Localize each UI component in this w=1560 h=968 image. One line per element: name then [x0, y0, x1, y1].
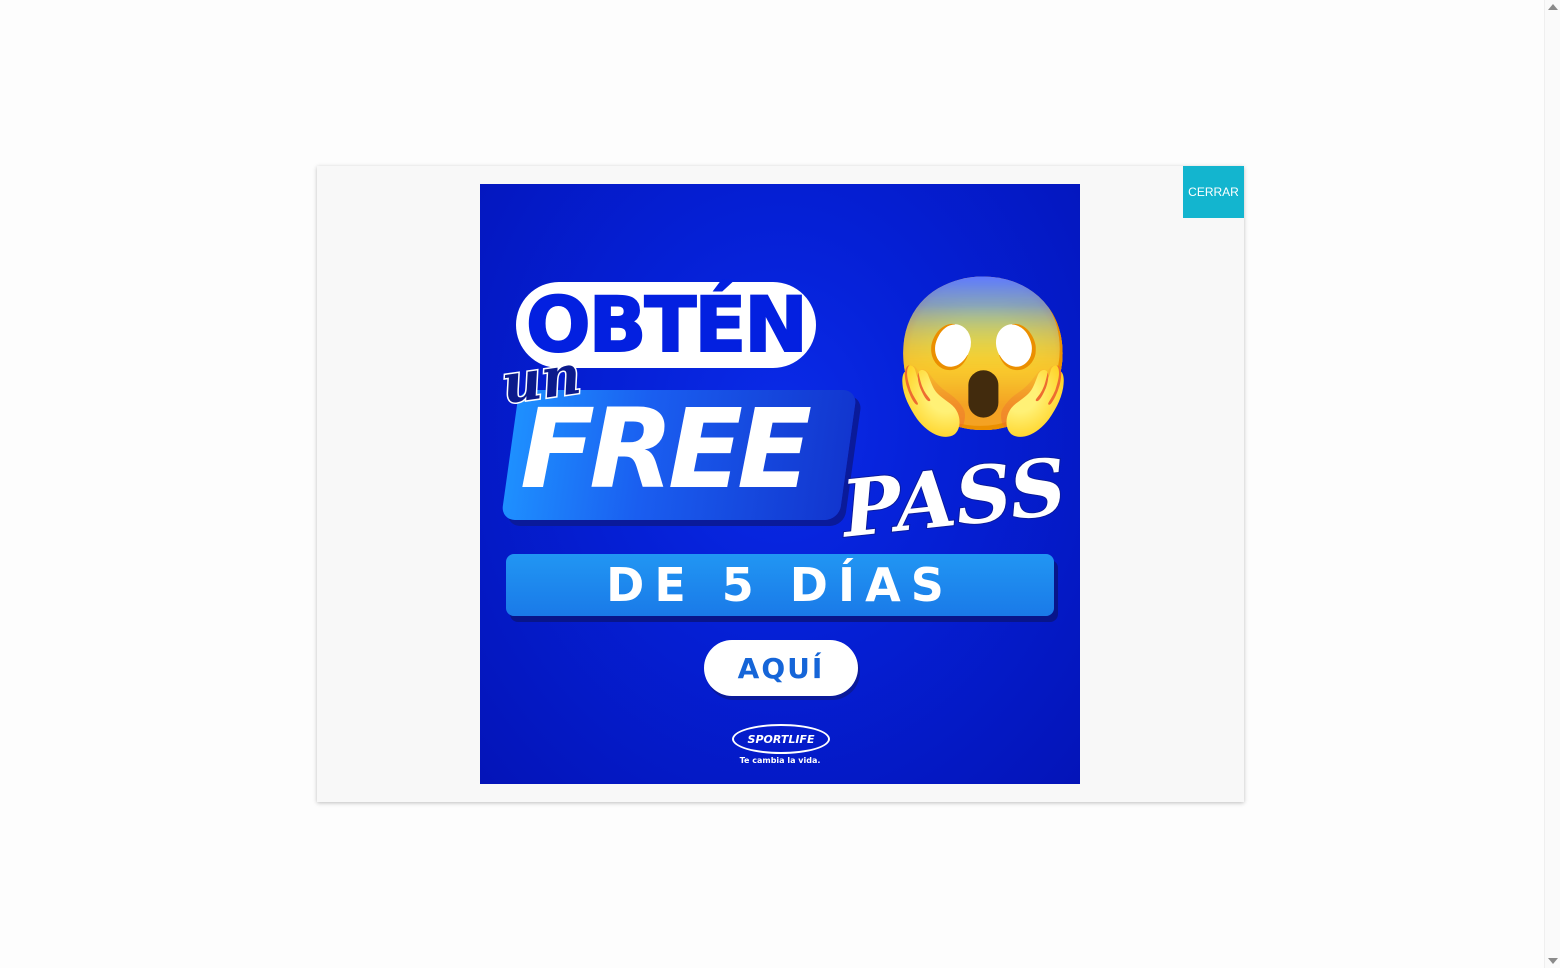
cta-label: AQUÍ: [737, 651, 825, 685]
close-button[interactable]: CERRAR: [1183, 166, 1244, 218]
brand-tagline: Te cambia la vida.: [739, 756, 821, 765]
brand-name: SPORTLIFE: [747, 732, 815, 746]
cta-button[interactable]: AQUÍ: [704, 640, 858, 696]
page: CERRAR 😱 OBTÉN FREE un PASS DE 5 DÍAS AQ…: [0, 0, 1560, 968]
shocked-face-emoji-icon: 😱: [890, 270, 1077, 438]
promo-modal: CERRAR 😱 OBTÉN FREE un PASS DE 5 DÍAS AQ…: [317, 166, 1244, 802]
sportlife-logo: SPORTLIFE Te cambia la vida.: [730, 722, 830, 770]
vertical-scrollbar[interactable]: [1544, 0, 1560, 968]
duration-text: DE 5 DÍAS: [606, 558, 954, 612]
logo-oval: SPORTLIFE: [732, 724, 830, 754]
duration-banner: DE 5 DÍAS: [506, 554, 1054, 616]
pass-text: PASS: [837, 441, 1072, 557]
free-text: FREE: [520, 385, 812, 513]
promo-banner-image[interactable]: 😱 OBTÉN FREE un PASS DE 5 DÍAS AQUÍ SPOR…: [480, 184, 1080, 784]
scroll-up-arrow-icon[interactable]: [1548, 4, 1558, 10]
article-text: un: [496, 340, 586, 417]
scroll-down-arrow-icon[interactable]: [1548, 958, 1558, 964]
